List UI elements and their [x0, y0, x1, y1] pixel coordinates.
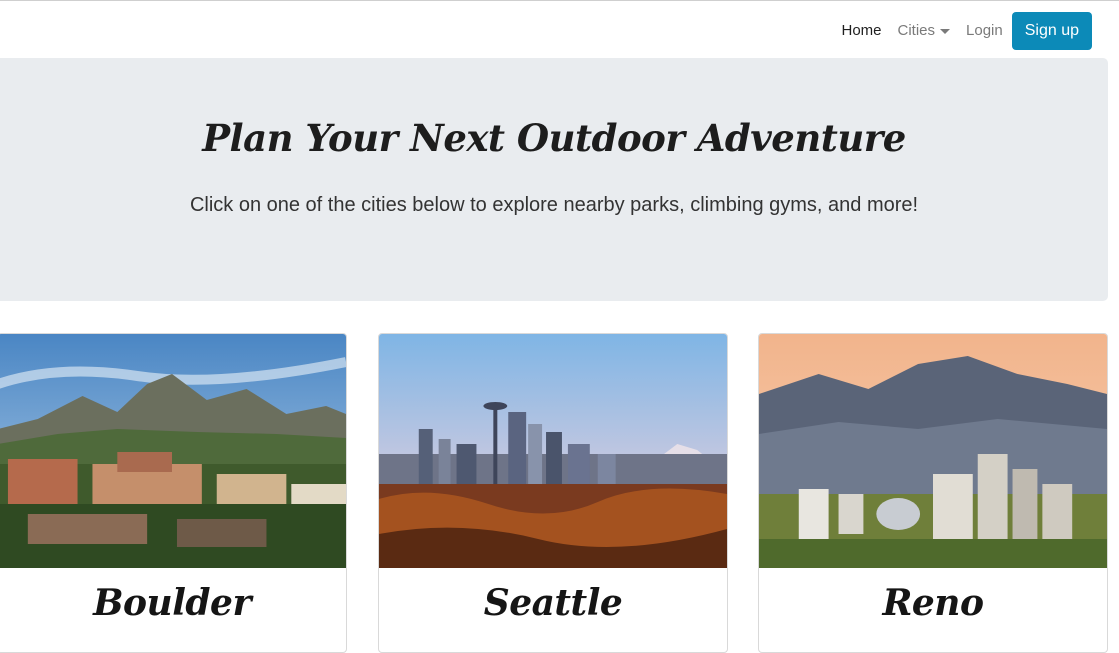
boulder-city-image [0, 334, 346, 568]
city-name: Seattle [483, 582, 623, 624]
nav-login-link[interactable]: Login [966, 22, 1003, 39]
nav-cities-dropdown[interactable]: Cities [898, 22, 951, 39]
city-card-boulder[interactable]: Boulder [0, 333, 347, 653]
city-name: Reno [882, 582, 984, 624]
city-card-seattle[interactable]: Seattle [378, 333, 728, 653]
navbar: Home Cities Login Sign up [0, 3, 1119, 58]
caret-down-icon [940, 29, 951, 34]
hero-title: Plan Your Next Outdoor Adventure [202, 116, 906, 160]
city-card-reno[interactable]: Reno [758, 333, 1108, 653]
seattle-city-image [379, 334, 727, 568]
hero-subtitle: Click on one of the cities below to expl… [189, 194, 919, 216]
city-name: Boulder [93, 582, 251, 624]
reno-city-image [759, 334, 1107, 568]
hero-jumbotron: Plan Your Next Outdoor Adventure Click o… [0, 58, 1108, 301]
signup-button[interactable]: Sign up [1011, 11, 1092, 50]
nav-cities-label: Cities [897, 22, 936, 39]
nav-home-link[interactable]: Home [842, 22, 882, 39]
